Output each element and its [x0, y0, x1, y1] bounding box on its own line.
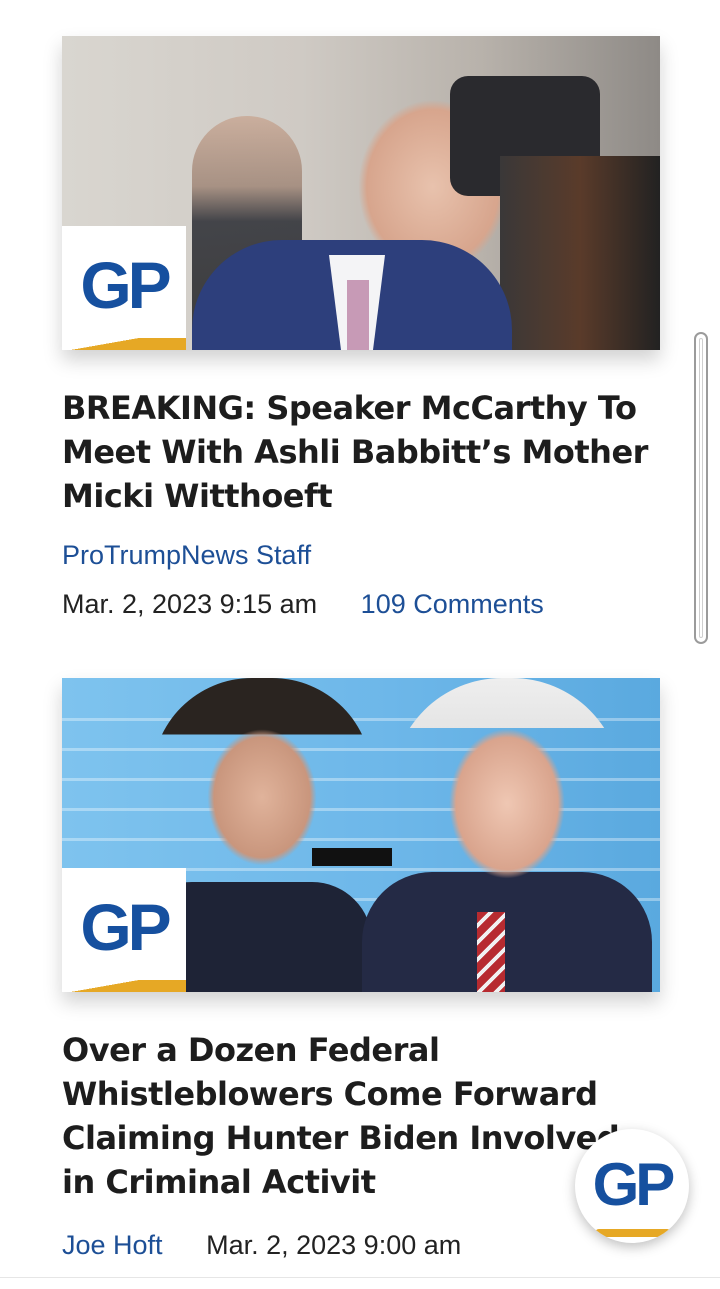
- scrollbar[interactable]: [694, 332, 708, 644]
- article-date: Mar. 2, 2023 9:00 am: [206, 1230, 462, 1260]
- article-card[interactable]: GP Over a Dozen Federal Whistleblowers C…: [62, 678, 660, 1261]
- article-thumbnail[interactable]: GP: [62, 36, 660, 350]
- article-author-link[interactable]: ProTrumpNews Staff: [62, 540, 660, 571]
- gp-logo-text: GP: [80, 890, 171, 964]
- page-bottom-edge: [0, 1277, 720, 1289]
- gp-logo-badge: GP: [62, 226, 186, 350]
- article-headline[interactable]: Over a Dozen Federal Whistleblowers Come…: [62, 1028, 660, 1204]
- gp-logo-text: GP: [592, 1150, 676, 1218]
- article-meta: Mar. 2, 2023 9:15 am 109 Comments: [62, 589, 660, 620]
- article-headline[interactable]: BREAKING: Speaker McCarthy To Meet With …: [62, 386, 660, 518]
- comments-link[interactable]: 109 Comments: [361, 589, 544, 619]
- article-date: Mar. 2, 2023 9:15 am: [62, 589, 318, 619]
- article-author-link[interactable]: Joe Hoft: [62, 1230, 163, 1260]
- article-card[interactable]: GP BREAKING: Speaker McCarthy To Meet Wi…: [62, 36, 660, 620]
- gp-floating-button[interactable]: GP: [575, 1129, 689, 1243]
- gp-logo-badge: GP: [62, 868, 186, 992]
- article-thumbnail[interactable]: GP: [62, 678, 660, 992]
- article-meta: Joe Hoft Mar. 2, 2023 9:00 am: [62, 1230, 660, 1261]
- gp-logo-text: GP: [80, 248, 171, 322]
